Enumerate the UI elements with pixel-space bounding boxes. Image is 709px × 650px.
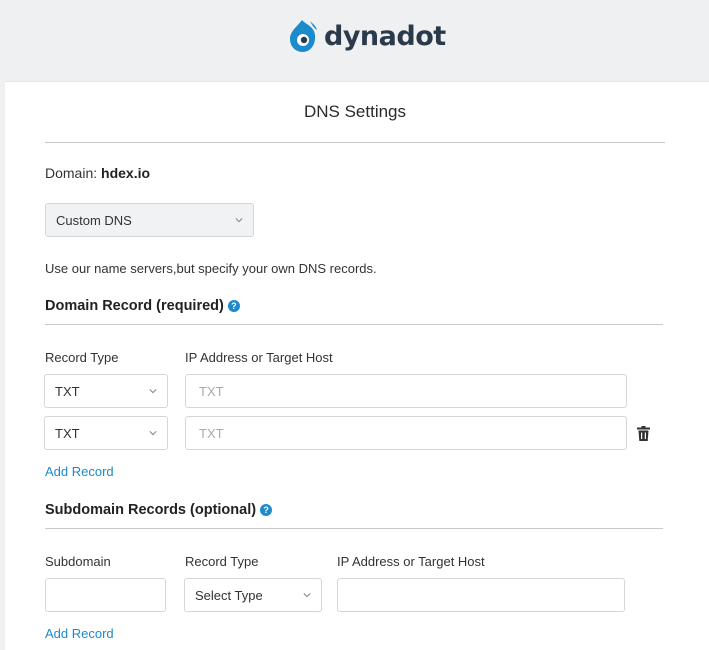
page-title: DNS Settings [303,102,407,121]
domain-label: Domain: [45,165,98,181]
chevron-down-icon [303,593,311,598]
col-target-host: IP Address or Target Host [185,350,333,365]
target-host-input-1[interactable]: TXT [185,374,627,408]
chevron-down-icon [149,389,157,394]
domain-value: hdex.io [101,165,151,181]
brand-name: dynadot [324,20,446,52]
dns-mode-selected: Custom DNS [56,212,132,228]
chevron-down-icon [149,431,157,436]
dns-mode-select[interactable]: Custom DNS [45,203,254,237]
record-type-selected-1: TXT [55,383,80,399]
subdomain-record-type-selected: Select Type [195,587,263,603]
domain-line: Domain: hdex.io [45,165,150,181]
subdomain-input[interactable] [45,578,166,612]
add-subdomain-record-link[interactable]: Add Record [45,626,114,641]
subdomain-records-heading: Subdomain Records (optional) ? [45,502,273,518]
subdomain-records-title: Subdomain Records (optional) [45,502,257,518]
domain-record-heading: Domain Record (required) ? [45,298,240,314]
subdomain-record-type-select[interactable]: Select Type [184,578,322,612]
record-type-select-2[interactable]: TXT [44,416,168,450]
col-subdomain-record-type: Record Type [185,554,259,569]
col-record-type: Record Type [45,350,119,365]
target-host-input-2[interactable]: TXT [185,416,627,450]
domain-record-title: Domain Record (required) [45,298,224,314]
help-icon[interactable]: ? [260,504,273,516]
dns-mode-description: Use our name servers,but specify your ow… [45,261,377,276]
col-subdomain: Subdomain [45,554,111,569]
target-host-placeholder-2: TXT [199,425,224,441]
trash-icon[interactable] [637,426,650,441]
domain-record-divider [45,324,663,325]
target-host-placeholder-1: TXT [199,383,224,399]
title-divider [45,142,665,143]
dynadot-logo-icon [290,20,317,52]
subdomain-records-divider [45,528,663,529]
record-type-select-1[interactable]: TXT [44,374,168,408]
record-type-selected-2: TXT [55,425,80,441]
col-subdomain-target-host: IP Address or Target Host [337,554,485,569]
dynadot-logo: dynadot [288,18,446,54]
dns-settings-card: DNS Settings Domain: hdex.io Custom DNS … [5,81,709,650]
add-record-link[interactable]: Add Record [45,464,114,479]
chevron-down-icon [235,218,243,223]
subdomain-target-host-input[interactable] [337,578,625,612]
help-icon[interactable]: ? [227,300,240,312]
